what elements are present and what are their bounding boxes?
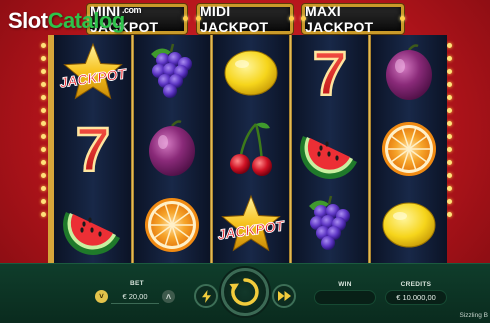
- lemon-symbol: [213, 35, 289, 111]
- win-value: [314, 290, 376, 305]
- reel-1: JACKPOT 7: [55, 35, 131, 263]
- cherries-icon: [230, 122, 272, 176]
- jackpot-star-icon: JACKPOT: [216, 194, 287, 252]
- autoplay-button[interactable]: [272, 284, 296, 308]
- bet-underline: [111, 303, 159, 304]
- plum-symbol: [371, 35, 447, 111]
- seven-symbol: 7: [292, 35, 368, 111]
- jackpot-banner-label: MAXI JACKPOT: [305, 3, 374, 35]
- fast-forward-icon: [277, 291, 291, 301]
- reels-area: JACKPOT 7 JACKPOT 7: [48, 35, 447, 263]
- seven-symbol: 7: [55, 111, 131, 187]
- plum-icon: [149, 120, 195, 176]
- plum-icon: [386, 44, 432, 100]
- watermelon-icon: [63, 212, 120, 255]
- watermelon-icon: [300, 136, 357, 179]
- orange-icon: [145, 198, 199, 252]
- jackpot-banner-label: MIDI JACKPOT: [200, 3, 269, 35]
- slotcatalog-watermark-logo: SlotCatalog .com: [8, 5, 142, 33]
- reel-5: [371, 35, 447, 263]
- spin-button[interactable]: [221, 268, 269, 316]
- credits-value: € 10.000,00: [385, 290, 447, 305]
- watermelon-symbol: [292, 111, 368, 187]
- spin-arrow-icon: [229, 278, 259, 306]
- svg-text:7: 7: [313, 40, 347, 109]
- watermelon-symbol: [55, 187, 131, 263]
- grapes-symbol: [292, 187, 368, 263]
- bet-increase-button[interactable]: ˄: [162, 290, 175, 303]
- reel-2: [134, 35, 210, 263]
- chevron-up-icon: ˄: [165, 291, 172, 302]
- game-name: Sizzling B: [459, 312, 488, 319]
- cherries-symbol: [213, 111, 289, 187]
- jackpot-star-icon: JACKPOT: [58, 42, 129, 100]
- grapes-icon: [151, 43, 192, 98]
- seven-icon: 7: [312, 39, 349, 111]
- grapes-symbol: [134, 35, 210, 111]
- reel-4: 7: [292, 35, 368, 263]
- seven-icon: 7: [75, 115, 112, 187]
- bet-decrease-button[interactable]: ˅: [95, 290, 108, 303]
- orange-symbol: [134, 187, 210, 263]
- left-marquee-lights: [40, 35, 46, 263]
- plum-symbol: [134, 111, 210, 187]
- jackpot-star-symbol: JACKPOT: [55, 35, 131, 111]
- turbo-button[interactable]: [194, 284, 218, 308]
- win-label: WIN: [338, 281, 352, 288]
- orange-symbol: [371, 111, 447, 187]
- lightning-icon: [201, 289, 211, 303]
- jackpot-star-symbol: JACKPOT: [213, 187, 289, 263]
- orange-icon: [382, 122, 436, 176]
- reel-3: JACKPOT: [213, 35, 289, 263]
- bet-label: BET: [130, 280, 144, 287]
- lemon-symbol: [371, 187, 447, 263]
- jackpot-banner-midi: MIDI JACKPOT: [196, 3, 294, 35]
- bet-value: € 20,00: [122, 292, 148, 301]
- lemon-icon: [224, 50, 278, 96]
- credits-label: CREDITS: [400, 281, 432, 288]
- chevron-down-icon: ˅: [99, 292, 104, 301]
- lemon-icon: [382, 202, 436, 248]
- grapes-icon: [309, 195, 350, 250]
- jackpot-banner-maxi: MAXI JACKPOT: [301, 3, 405, 35]
- svg-text:7: 7: [76, 116, 110, 185]
